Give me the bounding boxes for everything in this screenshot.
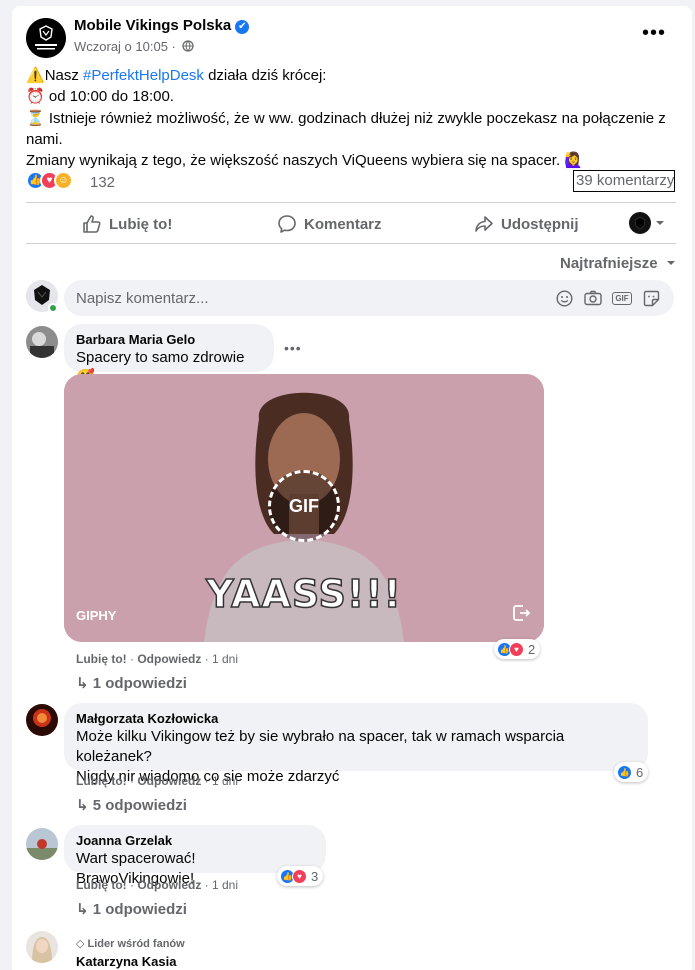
diamond-icon: ◇ bbox=[76, 938, 85, 950]
woman-raising-hand-icon: 🙋‍♀️ bbox=[564, 152, 583, 170]
commenter-name[interactable]: Katarzyna Kasia bbox=[76, 954, 176, 970]
comment-like-link[interactable]: Lubię to! bbox=[76, 878, 127, 892]
reaction-profile-switcher[interactable] bbox=[629, 212, 666, 234]
reply-arrow-icon: ↳ bbox=[76, 797, 89, 814]
share-button-label[interactable]: Udostępnij bbox=[501, 216, 579, 233]
comment-reply-link[interactable]: Odpowiedz bbox=[137, 652, 201, 666]
divider bbox=[26, 202, 676, 203]
comment-reactions[interactable]: 👍 6 bbox=[614, 762, 649, 782]
comment-reply-link[interactable]: Odpowiedz bbox=[137, 774, 201, 788]
divider bbox=[26, 243, 676, 244]
reaction-count[interactable]: 132 bbox=[90, 174, 115, 191]
emoji-icon[interactable] bbox=[555, 289, 573, 307]
open-external-icon[interactable] bbox=[510, 602, 532, 624]
comment-input[interactable]: Napisz komentarz... bbox=[76, 290, 209, 307]
comment-actions: Lubię to! · Odpowiedz · 1 dni bbox=[76, 652, 239, 666]
like-button-label[interactable]: Lubię to! bbox=[109, 216, 172, 233]
comment-like-link[interactable]: Lubię to! bbox=[76, 774, 127, 788]
comment-composer[interactable]: Napisz komentarz... GIF bbox=[64, 280, 674, 316]
warning-icon: ⚠️ bbox=[26, 67, 45, 84]
gif-caption: YAASS!!! bbox=[205, 571, 402, 617]
commenter-avatar[interactable] bbox=[26, 828, 58, 860]
comment-count-link[interactable]: 39 komentarzy bbox=[573, 170, 675, 192]
comment-time[interactable]: 1 dni bbox=[212, 878, 238, 892]
share-arrow-icon bbox=[475, 216, 493, 232]
care-reaction-icon: ☺ bbox=[54, 171, 73, 190]
gif-icon[interactable]: GIF bbox=[612, 289, 632, 307]
view-replies-link[interactable]: ↳ 1 odpowiedzi bbox=[76, 900, 187, 918]
like-reaction-icon: 👍 bbox=[617, 764, 632, 780]
love-reaction-icon: ♥ bbox=[509, 641, 524, 657]
comment-bubble-icon bbox=[278, 215, 296, 233]
giphy-label[interactable]: GIPHY bbox=[76, 608, 116, 623]
commenter-name[interactable]: Barbara Maria Gelo bbox=[76, 332, 262, 348]
profile-avatar-icon bbox=[629, 212, 651, 234]
sticker-icon[interactable] bbox=[642, 289, 660, 307]
reaction-icons[interactable]: 👍 ♥ ☺ bbox=[26, 171, 76, 191]
post-card: Mobile Vikings Polska ✔ Wczoraj o 10:05 ·… bbox=[12, 6, 692, 970]
share-button[interactable]: Udostępnij bbox=[474, 208, 579, 240]
comment-time[interactable]: 1 dni bbox=[212, 774, 238, 788]
comment-text: Może kilku Vikingow też by sie wybrało n… bbox=[76, 728, 565, 765]
comment-reply-link[interactable]: Odpowiedz bbox=[137, 878, 201, 892]
post-line-4: Zmiany wynikają z tego, że większość nas… bbox=[26, 152, 583, 170]
composer-tools: GIF bbox=[555, 289, 660, 307]
reply-arrow-icon: ↳ bbox=[76, 901, 89, 918]
commenter-name[interactable]: Joanna Grzelak bbox=[76, 833, 314, 849]
online-status-dot bbox=[48, 303, 58, 313]
page-name-text[interactable]: Mobile Vikings Polska bbox=[74, 17, 231, 34]
page-name[interactable]: Mobile Vikings Polska ✔ bbox=[74, 17, 250, 34]
like-button[interactable]: Lubię to! bbox=[82, 208, 172, 240]
comment-options-button[interactable]: ••• bbox=[284, 340, 302, 356]
comment-bubble: Małgorzata Kozłowicka Może kilku Vikingo… bbox=[64, 703, 648, 785]
comment-time[interactable]: 1 dni bbox=[212, 652, 238, 666]
post-line-1: ⚠️Nasz #PerfektHelpDesk działa dziś króc… bbox=[26, 67, 327, 84]
caret-down-icon bbox=[656, 221, 664, 225]
post-body: ⚠️Nasz #PerfektHelpDesk działa dziś króc… bbox=[26, 65, 686, 171]
page-avatar[interactable] bbox=[26, 18, 66, 58]
camera-icon[interactable] bbox=[584, 289, 602, 307]
comment-actions: Lubię to! · Odpowiedz · 1 dni bbox=[76, 878, 239, 892]
comment-reactions[interactable]: 👍 ♥ 2 bbox=[494, 639, 541, 659]
caret-down-icon bbox=[666, 261, 675, 265]
comment-button[interactable]: Komentarz bbox=[277, 208, 382, 240]
hashtag-link[interactable]: #PerfektHelpDesk bbox=[83, 67, 204, 84]
globe-icon bbox=[181, 40, 194, 52]
post-line-2: ⏰ od 10:00 do 18:00. bbox=[26, 88, 174, 106]
post-timestamp[interactable]: Wczoraj o 10:05 · bbox=[74, 39, 194, 54]
comment-like-link[interactable]: Lubię to! bbox=[76, 652, 127, 666]
commenter-name[interactable]: Małgorzata Kozłowicka bbox=[76, 711, 636, 727]
view-replies-link[interactable]: ↳ 5 odpowiedzi bbox=[76, 796, 187, 814]
post-options-button[interactable]: ••• bbox=[642, 23, 666, 43]
comment-sort-dropdown[interactable]: Najtrafniejsze bbox=[560, 255, 677, 272]
comment-bubble: Barbara Maria Gelo Spacery to samo zdrow… bbox=[64, 324, 274, 386]
commenter-avatar[interactable] bbox=[26, 931, 58, 963]
post-time-text[interactable]: Wczoraj o 10:05 · bbox=[74, 39, 176, 54]
thumbs-up-icon bbox=[83, 215, 101, 233]
gif-attachment[interactable]: GIF YAASS!!! GIPHY bbox=[64, 374, 544, 642]
post-line-3: ⏳ Istnieje również możliwość, że w ww. g… bbox=[26, 109, 666, 148]
top-fan-badge: ◇ Lider wśród fanów bbox=[76, 938, 185, 950]
view-replies-link[interactable]: ↳ 1 odpowiedzi bbox=[76, 674, 187, 692]
sort-label[interactable]: Najtrafniejsze bbox=[560, 255, 658, 272]
reply-arrow-icon: ↳ bbox=[76, 675, 89, 692]
comment-button-label[interactable]: Komentarz bbox=[304, 216, 382, 233]
comment-actions: Lubię to! · Odpowiedz · 1 dni bbox=[76, 774, 239, 788]
love-reaction-icon: ♥ bbox=[292, 868, 307, 884]
alarm-clock-icon: ⏰ bbox=[26, 88, 45, 106]
commenter-avatar[interactable] bbox=[26, 326, 58, 358]
gif-play-badge[interactable]: GIF bbox=[268, 470, 340, 542]
comment-reactions[interactable]: 👍 ♥ 3 bbox=[277, 866, 324, 886]
verified-badge-icon: ✔ bbox=[235, 20, 250, 34]
commenter-avatar[interactable] bbox=[26, 704, 58, 736]
hourglass-icon: ⏳ bbox=[26, 109, 45, 127]
